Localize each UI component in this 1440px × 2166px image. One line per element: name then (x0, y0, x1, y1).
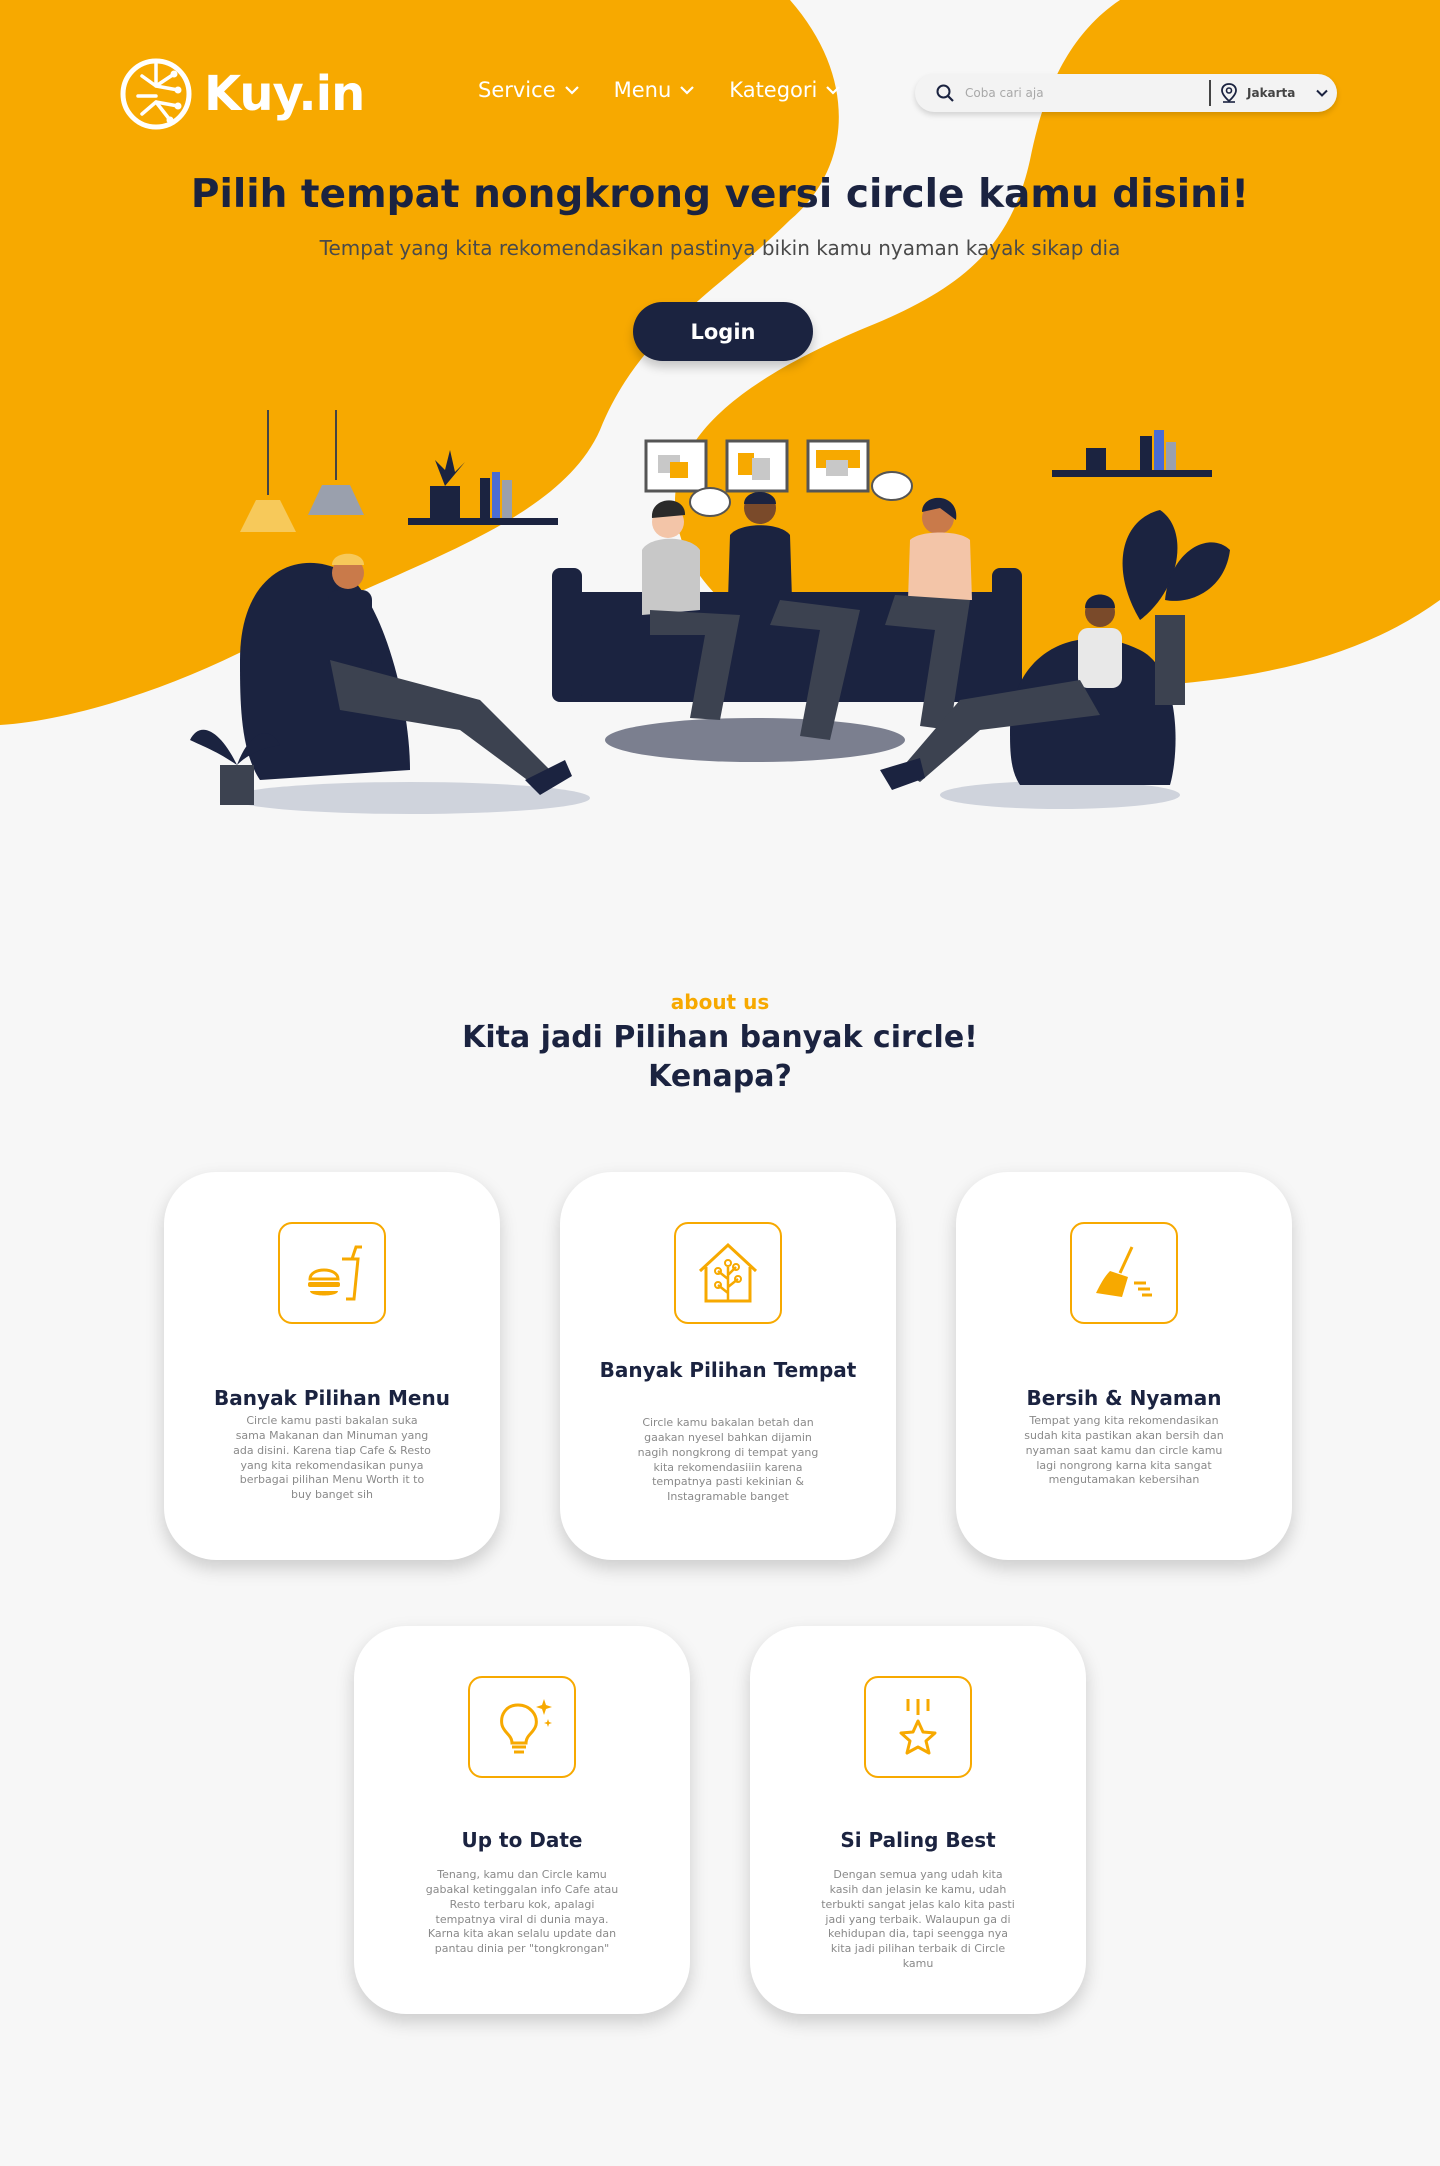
chevron-down-icon (826, 86, 841, 95)
about-label: about us (670, 990, 770, 1014)
chevron-down-icon (680, 86, 695, 95)
brand-logo[interactable]: Kuy.in (118, 56, 365, 132)
nav-menu-label: Menu (613, 78, 672, 102)
card-title: Si Paling Best (840, 1828, 996, 1852)
login-button[interactable]: Login (633, 302, 813, 361)
brand-name: Kuy.in (204, 66, 365, 122)
feature-card-uptodate: Up to Date Tenang, kamu dan Circle kamu … (354, 1626, 690, 2014)
card-desc: Dengan semua yang udah kita kasih dan je… (821, 1868, 1015, 1971)
feature-card-best: Si Paling Best Dengan semua yang udah ki… (750, 1626, 1086, 2014)
card-icon-box (278, 1222, 386, 1324)
feature-card-place: Banyak Pilihan Tempat Circle kamu bakala… (560, 1172, 896, 1560)
food-drink-icon (308, 1245, 362, 1301)
search-input[interactable] (965, 86, 1205, 100)
main-nav: Service Menu Kategori (478, 78, 841, 102)
chevron-down-icon (1316, 89, 1329, 97)
card-desc: Circle kamu pasti bakalan suka sama Maka… (233, 1414, 431, 1502)
card-title: Bersih & Nyaman (1026, 1386, 1222, 1410)
chevron-down-icon (564, 86, 579, 95)
location-pin-icon (1221, 83, 1237, 103)
about-title-line2: Kenapa? (648, 1059, 792, 1094)
location-select[interactable]: Jakarta (1219, 82, 1329, 104)
house-tree-icon (698, 1242, 758, 1303)
nav-service[interactable]: Service (478, 78, 580, 102)
location-label: Jakarta (1247, 86, 1296, 100)
nav-kategori[interactable]: Kategori (729, 78, 841, 102)
lightbulb-icon (500, 1699, 552, 1754)
card-title: Up to Date (461, 1828, 583, 1852)
nav-menu[interactable]: Menu (614, 78, 696, 102)
card-icon-box (1070, 1222, 1178, 1324)
card-desc: Tempat yang kita rekomendasikan sudah ki… (1024, 1414, 1224, 1487)
card-title: Banyak Pilihan Menu (214, 1386, 450, 1410)
star-icon (899, 1699, 937, 1755)
feature-card-menu: Banyak Pilihan Menu Circle kamu pasti ba… (164, 1172, 500, 1560)
card-icon-box (864, 1676, 972, 1778)
about-title: Kita jadi Pilihan banyak circle! Kenapa? (0, 1018, 1440, 1096)
card-icon-box (674, 1222, 782, 1324)
nav-service-label: Service (478, 78, 556, 102)
card-icon-box (468, 1676, 576, 1778)
card-desc: Circle kamu bakalan betah dan gaakan nye… (637, 1416, 819, 1504)
card-title: Banyak Pilihan Tempat (599, 1358, 857, 1382)
card-desc: Tenang, kamu dan Circle kamu gabakal ket… (425, 1868, 619, 1956)
circuit-head-icon (120, 58, 192, 130)
feature-card-clean: Bersih & Nyaman Tempat yang kita rekomen… (956, 1172, 1292, 1560)
hero-subtitle: Tempat yang kita rekomendasikan pastinya… (319, 236, 1121, 260)
search-icon[interactable] (935, 83, 955, 103)
search-bar: Jakarta (915, 74, 1337, 112)
search-divider (1209, 80, 1211, 106)
hero-title: Pilih tempat nongkrong versi circle kamu… (190, 172, 1250, 217)
hangout-illustration (190, 410, 1230, 814)
nav-kategori-label: Kategori (729, 78, 818, 102)
about-title-line1: Kita jadi Pilihan banyak circle! (462, 1020, 978, 1055)
broom-icon (1096, 1246, 1152, 1297)
